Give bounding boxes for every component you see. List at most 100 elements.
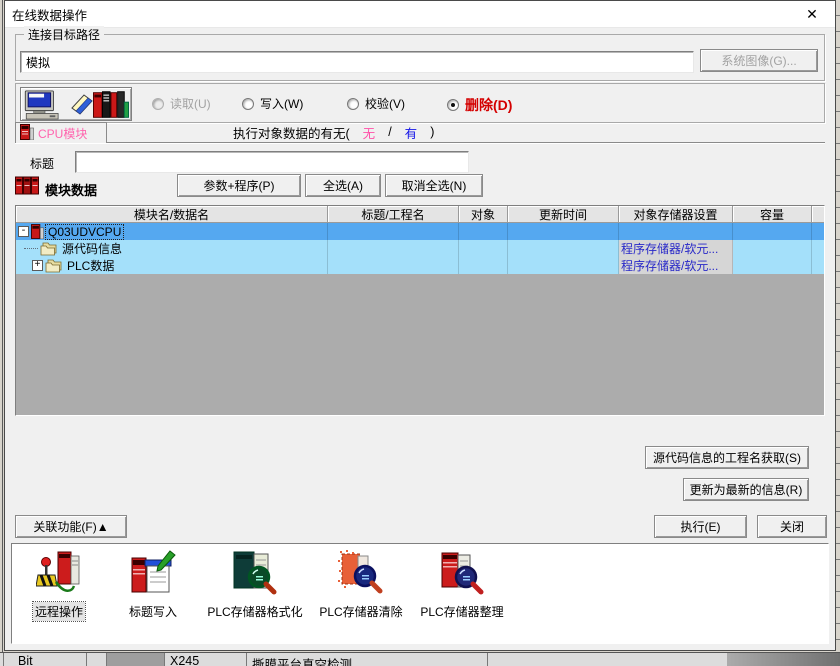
- tree-node-label[interactable]: PLC数据: [65, 257, 116, 274]
- radio-delete[interactable]: 删除(D): [447, 95, 512, 115]
- related-item-title-write[interactable]: 标题写入: [106, 550, 200, 621]
- cpu-module-icon: [20, 124, 34, 143]
- header-module-name: 模块名/数据名: [16, 206, 328, 223]
- status-has: 有: [405, 123, 418, 142]
- module-data-icon: [15, 176, 39, 198]
- cell-update-time: [508, 257, 619, 274]
- remote-operation-icon: [36, 550, 82, 599]
- module-data-table: 模块名/数据名 标题/工程名 对象 更新时间 对象存储器设置 容量 -: [15, 205, 825, 416]
- eraser-icon: [69, 92, 95, 121]
- expand-icon[interactable]: +: [32, 260, 43, 271]
- background-fragment-comment: 撕膜平台真空检测: [252, 654, 352, 666]
- cell-title: [328, 240, 459, 257]
- cell-target: [459, 240, 508, 257]
- background-fragment-device: X245: [170, 654, 199, 666]
- plc-memory-clear-icon: [338, 550, 384, 599]
- connection-path-input[interactable]: 模拟: [20, 51, 694, 73]
- plc-memory-arrange-icon: [439, 550, 485, 599]
- operation-mode-group: 读取(U) 写入(W) 校验(V) 删除(D): [15, 83, 825, 123]
- cell-update-time: [508, 223, 619, 240]
- radio-read-circle: [152, 98, 164, 110]
- related-item-label: 远程操作: [33, 602, 85, 621]
- related-item-label: 标题写入: [127, 602, 179, 621]
- related-item-label: PLC存储器清除: [317, 602, 404, 621]
- background-fragment-type: Bit: [18, 654, 33, 666]
- system-image-button: 系统图像(G)...: [700, 49, 818, 72]
- online-data-operation-dialog: 在线数据操作 ✕ 连接目标路径 模拟 系统图像(G)...: [4, 0, 836, 651]
- plc-rack-icon: [93, 90, 129, 123]
- cell-title: [328, 223, 459, 240]
- cell-capacity: [733, 223, 812, 240]
- cpu-module-icon: [31, 224, 44, 239]
- radio-verify-label: 校验(V): [365, 95, 405, 112]
- table-row-plc-data[interactable]: + PLC数据 程序存储器/软元...: [16, 257, 824, 274]
- radio-write-circle[interactable]: [242, 98, 254, 110]
- related-item-label: PLC存储器格式化: [205, 602, 304, 621]
- radio-verify[interactable]: 校验(V): [347, 95, 405, 112]
- status-suffix: ): [430, 125, 434, 139]
- radio-write-label: 写入(W): [260, 95, 303, 112]
- dialog-title: 在线数据操作: [5, 5, 87, 24]
- tree-node-label[interactable]: Q03UDVCPU: [46, 225, 123, 239]
- status-separator: /: [388, 125, 391, 139]
- related-item-plc-memory-format[interactable]: PLC存储器格式化: [200, 550, 310, 621]
- cell-memory-setting: [619, 223, 733, 240]
- background-window-fragment-right: [836, 0, 840, 652]
- title-bar: 在线数据操作: [5, 1, 835, 28]
- status-prefix: 执行对象数据的有无(: [233, 123, 350, 142]
- connection-target-group-label: 连接目标路径: [24, 26, 104, 43]
- get-source-project-name-button[interactable]: 源代码信息的工程名获取(S): [645, 446, 809, 469]
- connection-path-value: 模拟: [26, 54, 50, 71]
- cell-capacity: [733, 240, 812, 257]
- tab-cpu-module-label: CPU模块: [38, 125, 87, 142]
- related-functions-panel: 远程操作 标题写入: [11, 543, 829, 644]
- table-row-source-info[interactable]: 源代码信息 程序存储器/软元...: [16, 240, 824, 257]
- title-field-label: 标题: [30, 155, 54, 172]
- radio-verify-circle[interactable]: [347, 98, 359, 110]
- collapse-icon[interactable]: -: [18, 226, 29, 237]
- cell-title: [328, 257, 459, 274]
- radio-read-label: 读取(U): [170, 95, 211, 112]
- close-icon[interactable]: ✕: [797, 4, 827, 25]
- radio-write[interactable]: 写入(W): [242, 95, 303, 112]
- refresh-latest-info-button[interactable]: 更新为最新的信息(R): [683, 478, 809, 501]
- table-row-cpu[interactable]: - Q03UDVCPU: [16, 223, 824, 240]
- related-functions-button[interactable]: 关联功能(F)▲: [15, 515, 127, 538]
- plc-memory-format-icon: [232, 550, 278, 599]
- table-header-row: 模块名/数据名 标题/工程名 对象 更新时间 对象存储器设置 容量: [16, 206, 824, 223]
- title-field-input[interactable]: [75, 151, 469, 173]
- cell-capacity: [733, 257, 812, 274]
- radio-delete-circle[interactable]: [447, 99, 459, 111]
- header-title-project: 标题/工程名: [328, 206, 459, 223]
- connection-route-panel: [20, 87, 132, 121]
- related-item-label: PLC存储器整理: [418, 602, 505, 621]
- related-item-plc-memory-arrange[interactable]: PLC存储器整理: [412, 550, 512, 621]
- status-none: 无: [363, 123, 376, 142]
- related-item-remote-operation[interactable]: 远程操作: [12, 550, 106, 621]
- execute-button[interactable]: 执行(E): [654, 515, 747, 538]
- select-all-button[interactable]: 全选(A): [305, 174, 381, 197]
- background-window-fragment-bottom: Bit X245 撕膜平台真空检测: [0, 652, 840, 666]
- data-folder-icon: [45, 259, 63, 273]
- param-program-button[interactable]: 参数+程序(P): [177, 174, 301, 197]
- title-write-icon: [130, 550, 176, 599]
- data-folder-icon: [40, 242, 58, 256]
- background-table-cell: [727, 653, 840, 666]
- header-memory-setting: 对象存储器设置: [619, 206, 733, 223]
- close-button[interactable]: 关闭: [757, 515, 827, 538]
- tab-divider: [15, 142, 825, 144]
- cell-update-time: [508, 240, 619, 257]
- computer-icon: [24, 90, 66, 123]
- tab-cpu-module[interactable]: CPU模块: [15, 122, 107, 143]
- tree-line: [24, 248, 38, 249]
- header-filler: [812, 206, 824, 223]
- tree-node-label[interactable]: 源代码信息: [60, 240, 124, 257]
- cell-memory-setting[interactable]: 程序存储器/软元...: [619, 240, 733, 257]
- deselect-all-button[interactable]: 取消全选(N): [385, 174, 483, 197]
- background-table-cell: [106, 653, 164, 666]
- header-target: 对象: [459, 206, 508, 223]
- target-data-status: 执行对象数据的有无( 无 / 有 ): [233, 123, 434, 141]
- cell-memory-setting[interactable]: 程序存储器/软元...: [619, 257, 733, 274]
- related-item-plc-memory-clear[interactable]: PLC存储器清除: [310, 550, 412, 621]
- cell-target: [459, 257, 508, 274]
